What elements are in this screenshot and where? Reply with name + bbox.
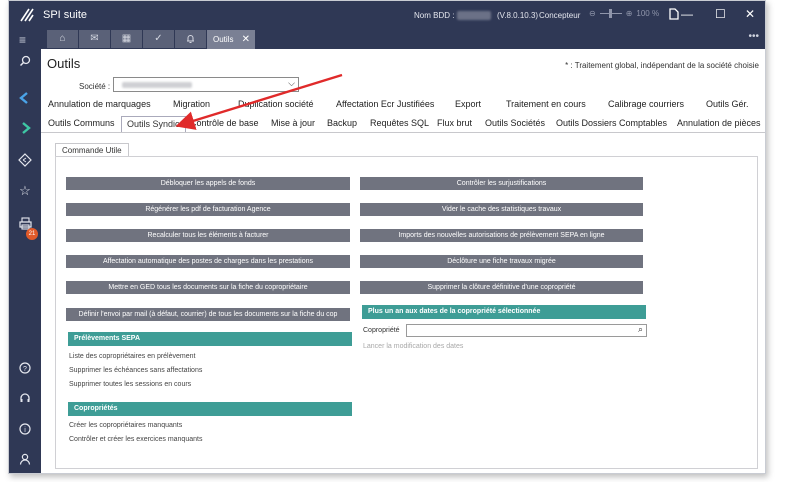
diamond-icon[interactable]	[9, 153, 41, 170]
lancer-modification-link: Lancer la modification des dates	[363, 343, 464, 350]
commande-utile-panel: Débloquer les appels de fonds Régénérer …	[55, 156, 758, 469]
calendar-icon[interactable]: ▦	[111, 30, 142, 48]
nom-bdd-value-redacted	[457, 11, 491, 20]
minimize-button[interactable]: —	[681, 7, 693, 21]
close-button[interactable]: ✕	[745, 7, 755, 21]
tab-migration[interactable]: Migration	[173, 99, 210, 109]
tab-duplication-societe[interactable]: Duplication société	[238, 99, 314, 109]
tab-outils-communs[interactable]: Outils Communs	[48, 118, 115, 128]
zoom-in-icon[interactable]: ⊕	[626, 9, 633, 18]
sepa-section-header: Prélèvements SEPA	[68, 332, 352, 346]
nom-bdd-label: Nom BDD :	[414, 11, 455, 20]
spi-logo-icon	[20, 8, 34, 22]
sepa-link-echeances[interactable]: Supprimer les échéances sans affectation…	[69, 367, 202, 374]
tab-bar: ≡ ⌂ ✉ ▦ ✓ Outils ✕ •••	[9, 29, 765, 49]
main-content: Outils * : Traitement global, indépendan…	[41, 49, 765, 473]
zoom-control[interactable]: ⊖ ⊕ 100 %	[589, 9, 659, 18]
tab-outils-societes[interactable]: Outils Sociétés	[485, 118, 545, 128]
notification-badge: 21	[26, 228, 38, 240]
debloquer-appels-button[interactable]: Débloquer les appels de fonds	[66, 177, 350, 190]
zoom-out-icon[interactable]: ⊖	[589, 9, 596, 18]
search-icon[interactable]	[9, 55, 41, 70]
regenerer-pdf-button[interactable]: Régénérer les pdf de facturation Agence	[66, 203, 350, 216]
copros-link-creer[interactable]: Créer les copropriétaires manquants	[69, 422, 182, 429]
chevron-left-icon[interactable]	[9, 91, 41, 108]
copros-section-header: Copropriétés	[68, 402, 352, 416]
role-label: Concepteur	[539, 11, 581, 20]
tab-commande-utile[interactable]: Commande Utile	[55, 143, 129, 157]
maximize-button[interactable]: ☐	[715, 7, 726, 21]
tab-row-1: Annulation de marquages Migration Duplic…	[41, 99, 765, 115]
chevron-right-icon[interactable]	[9, 121, 41, 138]
tab-export[interactable]: Export	[455, 99, 481, 109]
copropriete-input[interactable]: ⌕	[406, 324, 647, 337]
user-icon[interactable]	[9, 453, 41, 468]
tab-requetes-sql[interactable]: Requêtes SQL	[370, 118, 429, 128]
bell-icon[interactable]	[175, 30, 206, 48]
page-title: Outils	[47, 56, 81, 71]
tab-traitement-en-cours[interactable]: Traitement en cours	[506, 99, 586, 109]
info-icon[interactable]: i	[9, 423, 41, 438]
more-icon[interactable]: •••	[748, 31, 759, 42]
tab-close-icon[interactable]: ✕	[242, 30, 250, 49]
affectation-postes-button[interactable]: Affectation automatique des postes de ch…	[66, 255, 350, 268]
tab-annulation-marquages[interactable]: Annulation de marquages	[48, 99, 151, 109]
document-icon[interactable]	[669, 8, 679, 20]
tab-divider	[41, 132, 765, 133]
svg-text:?: ?	[23, 366, 27, 373]
societe-label: Société :	[79, 82, 111, 91]
tab-affectation-ecr[interactable]: Affectation Ecr Justifiées	[336, 99, 434, 109]
societe-select[interactable]: ⌵	[113, 77, 299, 92]
tab-outils[interactable]: Outils ✕	[207, 30, 255, 49]
tab-outils-dossiers[interactable]: Outils Dossiers Comptables	[556, 118, 667, 128]
tab-controle-de-base[interactable]: Contrôle de base	[190, 118, 259, 128]
svg-text:i: i	[24, 427, 26, 434]
copros-link-exercices[interactable]: Contrôler et créer les exercices manquan…	[69, 436, 202, 443]
tab-flux-brut[interactable]: Flux brut	[437, 118, 472, 128]
sepa-link-sessions[interactable]: Supprimer toutes les sessions en cours	[69, 381, 191, 388]
recalculer-elements-button[interactable]: Recalculer tous les éléments à facturer	[66, 229, 350, 242]
decloture-travaux-button[interactable]: Déclôture une fiche travaux migrée	[360, 255, 643, 268]
tab-annulation-pieces[interactable]: Annulation de pièces	[677, 118, 761, 128]
mail-icon[interactable]: ✉	[79, 30, 110, 48]
sidebar: ☆ 21 ? i	[9, 49, 41, 473]
zoom-slider[interactable]	[599, 9, 622, 18]
headset-icon[interactable]	[9, 392, 41, 407]
version-label: (V.8.0.10.3)	[497, 11, 539, 20]
sepa-link-liste[interactable]: Liste des copropriétaires en prélèvement	[69, 353, 195, 360]
star-icon[interactable]: ☆	[9, 183, 41, 199]
app-window: SPI suite Nom BDD : (V.8.0.10.3) Concept…	[8, 0, 766, 474]
zoom-value: 100 %	[636, 9, 660, 18]
supprimer-cloture-button[interactable]: Supprimer la clôture définitive d'une co…	[360, 281, 643, 294]
search-icon[interactable]: ⌕	[638, 324, 643, 335]
help-icon[interactable]: ?	[9, 362, 41, 377]
definir-envoi-mail-button[interactable]: Définir l'envoi par mail (à défaut, cour…	[66, 308, 350, 321]
check-icon[interactable]: ✓	[143, 30, 174, 48]
zoom-slider-knob[interactable]	[608, 9, 612, 18]
tab-mise-a-jour[interactable]: Mise à jour	[271, 118, 315, 128]
tab-calibrage-courriers[interactable]: Calibrage courriers	[608, 99, 684, 109]
tab-outils-syndic[interactable]: Outils Syndic	[121, 116, 186, 132]
imports-sepa-button[interactable]: Imports des nouvelles autorisations de p…	[360, 229, 643, 242]
app-title: SPI suite	[43, 9, 88, 21]
societe-value-redacted	[122, 82, 192, 88]
vider-cache-button[interactable]: Vider le cache des statistiques travaux	[360, 203, 643, 216]
home-icon[interactable]: ⌂	[47, 30, 78, 48]
chevron-down-icon[interactable]: ⌵	[288, 78, 295, 89]
tab-outils-label: Outils	[213, 35, 234, 44]
dates-section-header: Plus un an aux dates de la copropriété s…	[362, 305, 646, 319]
tab-outils-ger[interactable]: Outils Gér.	[706, 99, 749, 109]
mettre-en-ged-button[interactable]: Mettre en GED tous les documents sur la …	[66, 281, 350, 294]
menu-icon[interactable]: ≡	[19, 33, 26, 47]
copropriete-label: Copropriété	[363, 327, 400, 334]
global-treatment-note: * : Traitement global, indépendant de la…	[565, 61, 759, 70]
tab-backup[interactable]: Backup	[327, 118, 357, 128]
title-bar: SPI suite Nom BDD : (V.8.0.10.3) Concept…	[9, 1, 765, 29]
controler-surjustifications-button[interactable]: Contrôler les surjustifications	[360, 177, 643, 190]
